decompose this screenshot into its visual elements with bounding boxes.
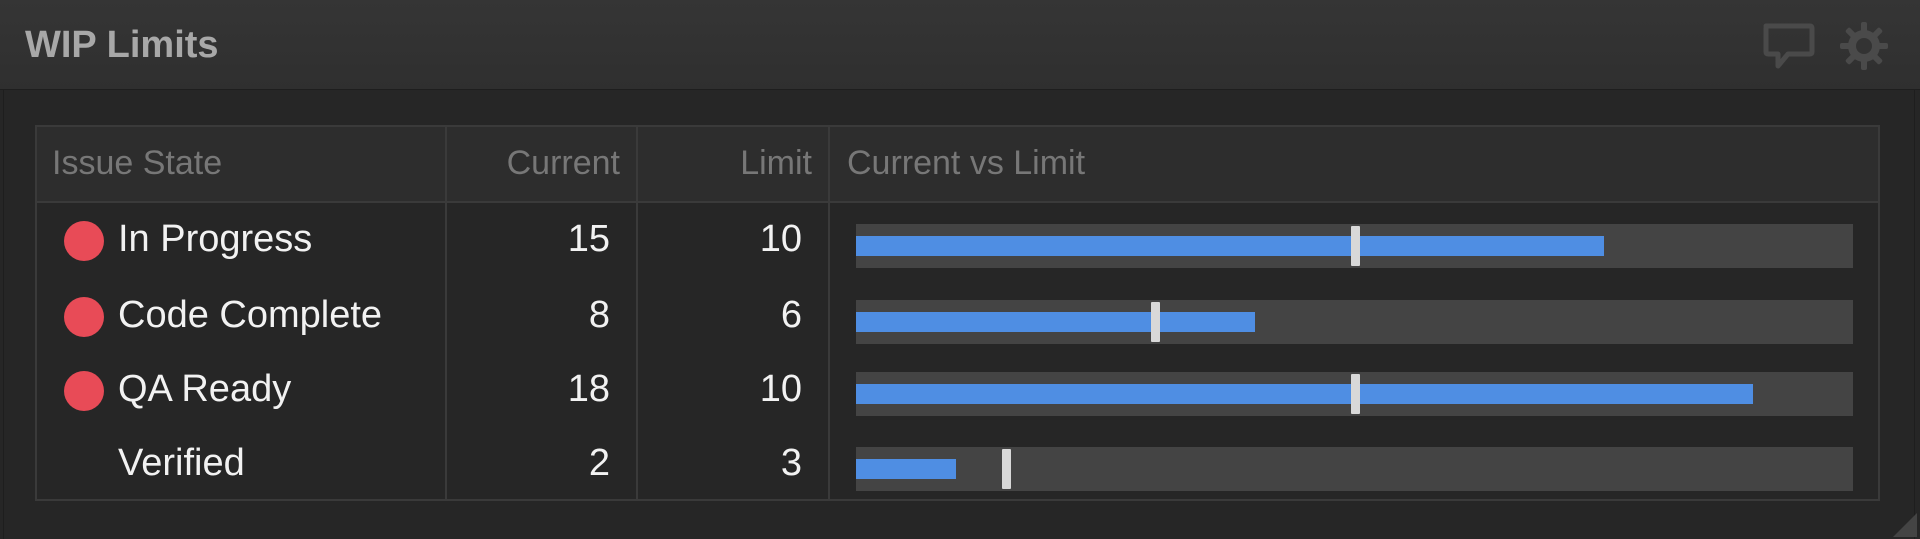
- current-count: 15: [567, 218, 610, 260]
- bar-track: [856, 300, 1853, 344]
- issue-state-label: Verified: [118, 442, 245, 484]
- resize-handle[interactable]: [1893, 513, 1917, 537]
- column-divider: [828, 125, 830, 501]
- current-bar: [856, 384, 1753, 404]
- current-bar: [856, 459, 956, 479]
- limit-marker: [1351, 374, 1360, 414]
- current-count: 18: [567, 368, 610, 410]
- issue-state-label: QA Ready: [118, 368, 292, 410]
- header-current[interactable]: Current: [470, 143, 620, 183]
- bar-track: [856, 447, 1853, 491]
- over-limit-indicator: [64, 297, 104, 337]
- widget-header: WIP Limits: [0, 0, 1920, 90]
- limit-marker: [1151, 302, 1160, 342]
- column-divider: [445, 125, 447, 501]
- limit-count: 10: [759, 368, 802, 410]
- over-limit-indicator: [64, 221, 104, 261]
- limit-count: 6: [780, 294, 802, 336]
- issue-state-label: In Progress: [118, 218, 313, 260]
- bar-track: [856, 224, 1853, 268]
- bar-track: [856, 372, 1853, 416]
- column-divider: [636, 125, 638, 501]
- over-limit-indicator: [64, 371, 104, 411]
- current-count: 8: [588, 294, 610, 336]
- header-issue-state[interactable]: Issue State: [52, 143, 222, 183]
- issue-state-label: Code Complete: [118, 294, 383, 336]
- wip-limits-widget: WIP Limits Issue State Current Limit Cur…: [0, 0, 1920, 539]
- current-bar: [856, 236, 1604, 256]
- limit-marker: [1002, 449, 1011, 489]
- widget-title: WIP Limits: [25, 24, 219, 66]
- current-bar: [856, 312, 1255, 332]
- header-divider: [35, 201, 1880, 203]
- comment-icon[interactable]: [1760, 18, 1816, 74]
- gear-icon[interactable]: [1836, 18, 1892, 74]
- current-count: 2: [588, 442, 610, 484]
- header-limit[interactable]: Limit: [660, 143, 812, 183]
- limit-count: 10: [759, 218, 802, 260]
- limit-count: 3: [780, 442, 802, 484]
- limit-marker: [1351, 226, 1360, 266]
- header-current-vs-limit: Current vs Limit: [847, 144, 1086, 182]
